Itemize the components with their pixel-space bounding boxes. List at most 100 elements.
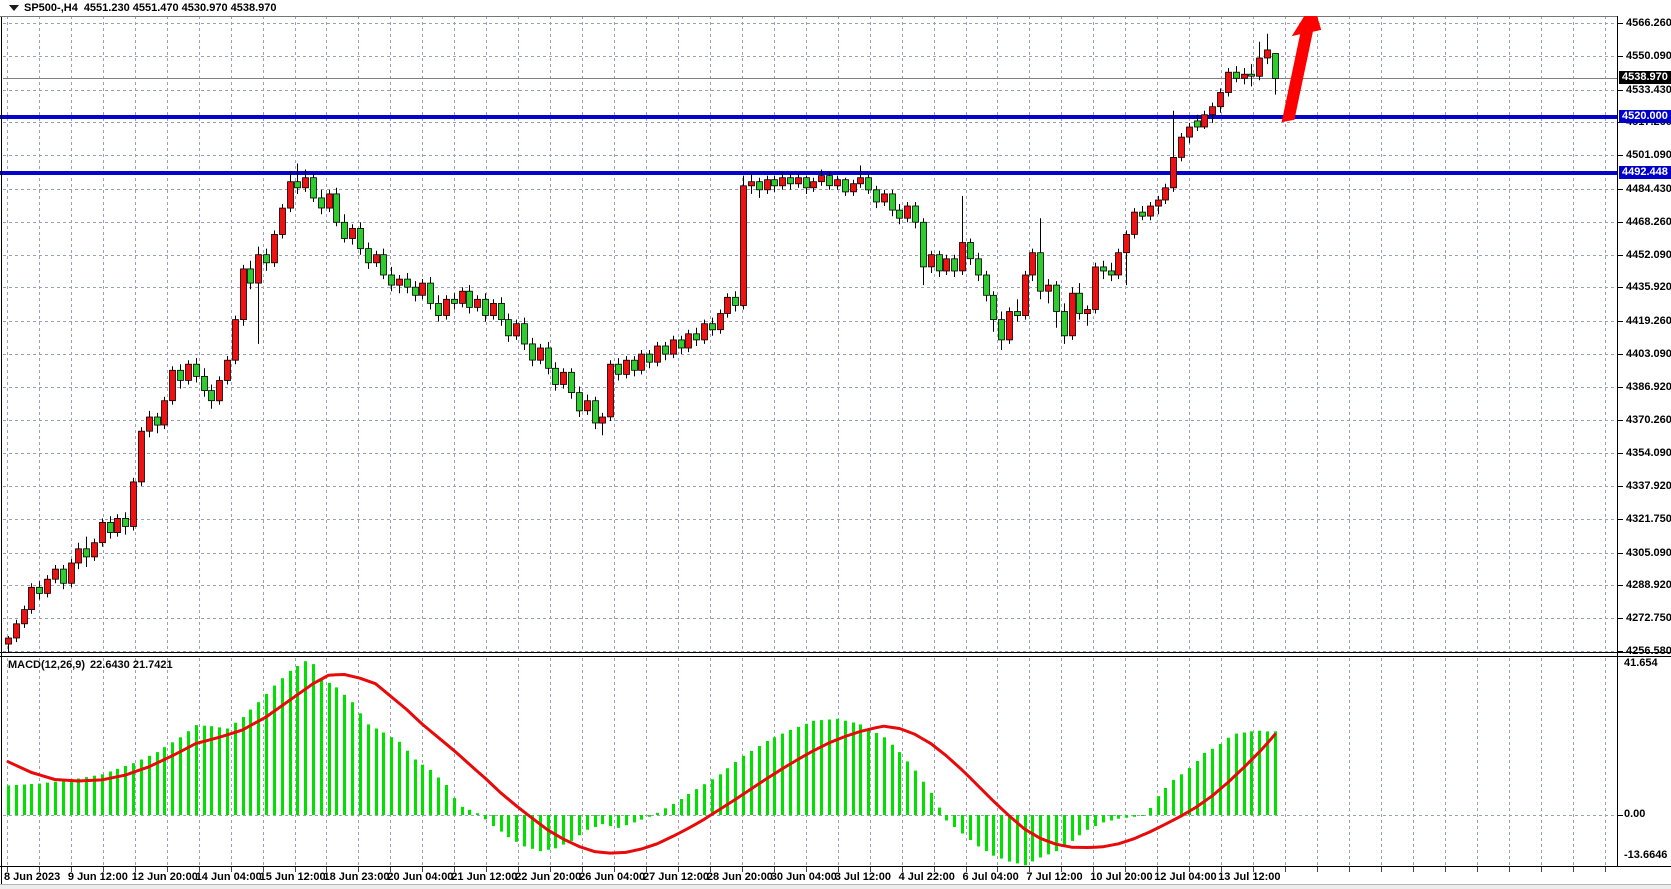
macd-histogram-bar bbox=[1172, 780, 1175, 815]
bull-candle bbox=[561, 372, 567, 384]
bull-candle bbox=[1046, 285, 1052, 291]
macd-histogram-bar bbox=[476, 813, 479, 815]
macd-histogram-bar bbox=[640, 815, 643, 820]
symbol-dropdown-icon[interactable] bbox=[9, 5, 19, 11]
macd-histogram-bar bbox=[328, 683, 331, 815]
macd-histogram-bar bbox=[390, 737, 393, 815]
macd-histogram-bar bbox=[820, 720, 823, 815]
macd-histogram-bar bbox=[859, 724, 862, 815]
bear-candle bbox=[248, 269, 254, 283]
macd-axis-zero-label: 0.00 bbox=[1624, 808, 1645, 821]
macd-histogram-bar bbox=[429, 770, 432, 815]
bear-candle bbox=[999, 320, 1005, 340]
panel-separator[interactable] bbox=[0, 653, 1671, 657]
bull-candle bbox=[725, 297, 731, 313]
macd-histogram-bar bbox=[1063, 815, 1066, 846]
bull-candle bbox=[1132, 212, 1138, 234]
macd-histogram-bar bbox=[938, 808, 941, 815]
bull-candle bbox=[162, 401, 168, 425]
indicator-values: 22.6430 21.7421 bbox=[90, 659, 173, 671]
symbol-period-label: SP500-,H4 bbox=[24, 2, 78, 14]
chart-title-bar: SP500-,H44551.230 4551.470 4530.970 4538… bbox=[0, 0, 1671, 16]
macd-histogram-bar bbox=[226, 729, 229, 816]
macd-histogram-bar bbox=[687, 794, 690, 815]
price-axis-label: 4435.920 bbox=[1626, 281, 1671, 294]
bear-candle bbox=[733, 297, 739, 305]
macd-histogram-bar bbox=[734, 762, 737, 815]
macd-histogram-bar bbox=[375, 729, 378, 816]
bear-candle bbox=[890, 194, 896, 210]
macd-histogram-bar bbox=[625, 815, 628, 825]
bear-candle bbox=[897, 210, 903, 218]
bull-candle bbox=[1257, 58, 1263, 76]
bull-candle bbox=[1226, 72, 1232, 92]
bull-candle bbox=[100, 522, 106, 542]
price-axis-label: 4419.260 bbox=[1626, 315, 1671, 328]
macd-histogram-bar bbox=[852, 723, 855, 816]
price-axis-label: 4403.090 bbox=[1626, 348, 1671, 361]
bull-candle bbox=[1116, 253, 1122, 275]
bull-candle bbox=[288, 182, 294, 208]
price-axis-label: 4337.920 bbox=[1626, 480, 1671, 493]
macd-histogram-bar bbox=[195, 725, 198, 815]
macd-histogram-bar bbox=[500, 815, 503, 832]
bull-candle bbox=[6, 638, 12, 644]
bull-candle bbox=[1187, 127, 1193, 137]
bear-candle bbox=[530, 344, 536, 360]
macd-histogram-bar bbox=[703, 784, 706, 815]
macd-histogram-bar bbox=[367, 724, 370, 815]
bear-candle bbox=[108, 522, 114, 532]
bear-candle bbox=[991, 295, 997, 319]
macd-histogram-bar bbox=[797, 727, 800, 815]
bull-candle bbox=[1124, 234, 1130, 252]
bull-candle bbox=[139, 431, 145, 482]
macd-histogram-bar bbox=[1071, 815, 1074, 841]
bear-candle bbox=[483, 299, 489, 315]
macd-histogram bbox=[7, 661, 1277, 865]
time-axis-label: 20 Jun 04:00 bbox=[387, 871, 453, 884]
macd-histogram-bar bbox=[468, 810, 471, 815]
bear-candle bbox=[194, 364, 200, 376]
macd-histogram-bar bbox=[898, 752, 901, 815]
up-arrow-annotation[interactable] bbox=[1282, 2, 1322, 122]
bear-candle bbox=[577, 393, 583, 411]
macd-histogram-bar bbox=[906, 761, 909, 815]
bull-candle bbox=[256, 255, 262, 283]
macd-axis-min-label: -13.6646 bbox=[1624, 849, 1667, 862]
bull-candle bbox=[444, 299, 450, 315]
macd-histogram-bar bbox=[570, 815, 573, 841]
chart-canvas[interactable] bbox=[0, 0, 1671, 889]
bear-candle bbox=[428, 283, 434, 303]
price-axis-label: 4370.260 bbox=[1626, 414, 1671, 427]
macd-histogram-bar bbox=[281, 678, 284, 815]
price-level-tag: 4520.000 bbox=[1619, 110, 1671, 123]
macd-histogram-bar bbox=[789, 730, 792, 815]
macd-histogram-bar bbox=[54, 782, 57, 815]
bear-candle bbox=[679, 340, 685, 348]
macd-histogram-bar bbox=[664, 808, 667, 815]
bear-candle bbox=[1249, 74, 1255, 76]
macd-histogram-bar bbox=[1102, 815, 1105, 822]
price-axis-label: 4566.260 bbox=[1626, 17, 1671, 30]
bear-candle bbox=[804, 178, 810, 188]
bear-candle bbox=[1140, 212, 1146, 216]
time-axis-label: 8 Jun 2023 bbox=[4, 871, 60, 884]
time-axis-label: 18 Jun 23:00 bbox=[324, 871, 390, 884]
time-axis-label: 27 Jun 12:00 bbox=[643, 871, 709, 884]
bull-candle bbox=[944, 259, 950, 271]
time-axis-label: 12 Jun 20:00 bbox=[132, 871, 198, 884]
bull-candle bbox=[1171, 157, 1177, 187]
macd-histogram-bar bbox=[234, 723, 237, 815]
bull-candle bbox=[1163, 188, 1169, 200]
bear-candle bbox=[123, 518, 129, 526]
bull-candle bbox=[475, 299, 481, 307]
macd-histogram-bar bbox=[836, 719, 839, 815]
time-axis-label: 13 Jul 12:00 bbox=[1218, 871, 1280, 884]
price-axis-label: 4272.750 bbox=[1626, 612, 1671, 625]
bear-candle bbox=[1195, 121, 1201, 127]
window-bottom-strip bbox=[0, 884, 1671, 889]
bear-candle bbox=[506, 320, 512, 336]
bull-candle bbox=[45, 579, 51, 593]
bull-candle bbox=[1156, 200, 1162, 206]
bear-candle bbox=[311, 178, 317, 198]
